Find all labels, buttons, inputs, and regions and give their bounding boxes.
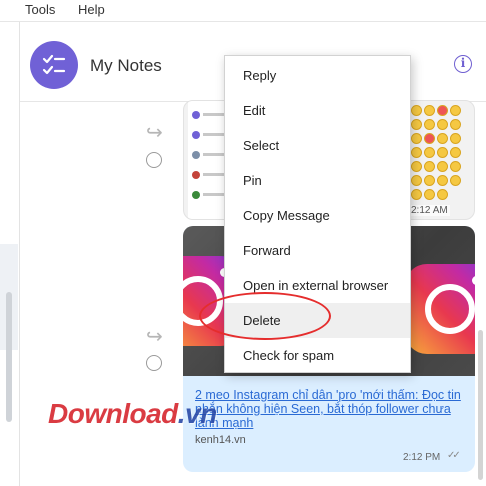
watermark-logo: Download.vn: [48, 398, 217, 429]
menu-item-reply[interactable]: Reply: [225, 58, 410, 93]
menu-item-pin[interactable]: Pin: [225, 163, 410, 198]
menu-item-edit[interactable]: Edit: [225, 93, 410, 128]
highlight-annotation: [199, 292, 331, 340]
menu-bar: Tools Help: [0, 0, 486, 22]
menu-item-copy-message[interactable]: Copy Message: [225, 198, 410, 233]
info-icon[interactable]: i: [454, 55, 472, 73]
menu-help[interactable]: Help: [78, 2, 105, 17]
instagram-logo-icon: [405, 264, 475, 354]
message-timestamp: 2:12 PM: [403, 452, 441, 463]
menu-item-select[interactable]: Select: [225, 128, 410, 163]
chat-scrollbar[interactable]: [478, 330, 483, 480]
read-receipt-icon: ✓✓: [447, 450, 461, 461]
menu-tools[interactable]: Tools: [25, 2, 55, 17]
checklist-icon: [42, 54, 66, 75]
app-window: Tools Help My Notes i ↪ 2:12 AM ↪ 2 meo …: [0, 0, 486, 486]
menu-item-forward[interactable]: Forward: [225, 233, 410, 268]
select-radio[interactable]: [146, 355, 162, 371]
select-radio[interactable]: [146, 152, 162, 168]
link-title[interactable]: 2 meo Instagram chỉ dân 'pro 'mới thấm: …: [195, 388, 465, 430]
link-domain: kenh14.vn: [195, 434, 246, 446]
chat-list-sidebar: [0, 22, 20, 486]
chat-title: My Notes: [90, 56, 162, 75]
forward-icon[interactable]: ↪: [146, 120, 163, 145]
avatar[interactable]: [30, 41, 78, 89]
menu-item-check-spam[interactable]: Check for spam: [225, 338, 410, 373]
message-timestamp: 2:12 AM: [409, 205, 450, 216]
sidebar-scrollbar[interactable]: [6, 292, 12, 422]
forward-icon[interactable]: ↪: [146, 324, 163, 349]
